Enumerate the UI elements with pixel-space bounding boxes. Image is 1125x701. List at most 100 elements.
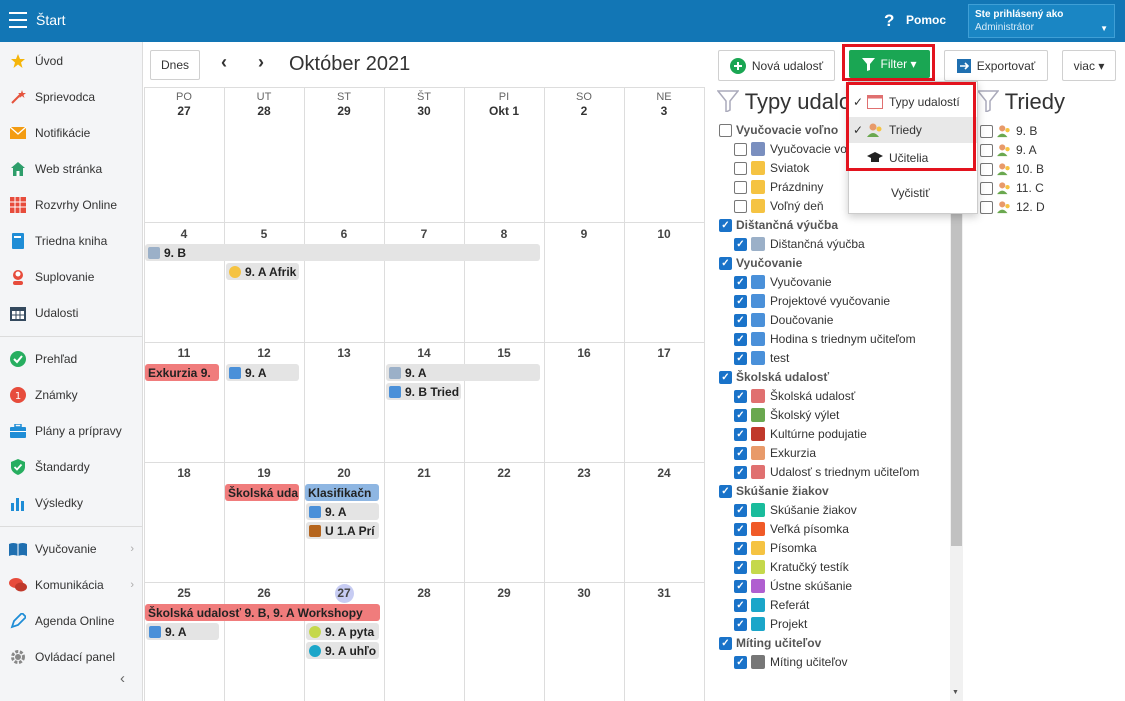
checkbox[interactable] — [734, 161, 747, 175]
day-number[interactable]: 7 — [384, 227, 464, 241]
new-event-button[interactable]: Nová udalosť — [718, 50, 835, 81]
day-number[interactable]: 10 — [624, 227, 704, 241]
filter-item[interactable]: Voľný deň — [734, 199, 824, 213]
sidebar-item-suplovanie[interactable]: Suplovanie — [0, 260, 142, 294]
class-filter-item[interactable]: 12. D — [980, 200, 1045, 214]
checkbox[interactable]: ✓ — [734, 332, 747, 346]
day-number[interactable]: 3 — [624, 104, 704, 118]
filter-item[interactable]: ✓ Kultúrne podujatie — [734, 427, 867, 441]
sidebar-item-notifikacie[interactable]: Notifikácie — [0, 116, 142, 150]
sidebar-item-uvod[interactable]: Úvod — [0, 44, 142, 78]
checkbox[interactable] — [734, 180, 747, 194]
sidebar-item-plany[interactable]: Plány a prípravy — [0, 414, 142, 448]
checkbox[interactable]: ✓ — [719, 218, 732, 232]
filter-item[interactable]: ✓ Míting učiteľov — [734, 655, 848, 669]
calendar-event[interactable]: 9. A pyta — [306, 623, 379, 640]
filter-item[interactable]: ✓ Vyučovanie — [734, 275, 832, 289]
sidebar-item-znamky[interactable]: 1 Známky — [0, 378, 142, 412]
day-number[interactable]: 30 — [384, 104, 464, 118]
sidebar-item-web[interactable]: Web stránka — [0, 152, 142, 186]
day-number[interactable]: 8 — [464, 227, 544, 241]
checkbox[interactable] — [734, 142, 747, 156]
day-number[interactable]: Okt 1 — [464, 104, 544, 118]
class-filter-item[interactable]: 9. B — [980, 124, 1037, 138]
day-number[interactable]: 18 — [144, 466, 224, 480]
checkbox[interactable]: ✓ — [734, 294, 747, 308]
filter-group[interactable]: ✓ Dištančná výučba — [719, 218, 838, 232]
filter-group[interactable]: ✓ Vyučovanie — [719, 256, 802, 270]
class-filter-item[interactable]: 9. A — [980, 143, 1037, 157]
checkbox[interactable]: ✓ — [734, 503, 747, 517]
calendar-event[interactable]: Exkurzia 9. — [145, 364, 219, 381]
day-number[interactable]: 23 — [544, 466, 624, 480]
filter-item[interactable]: ✓ test — [734, 351, 789, 365]
checkbox[interactable] — [719, 123, 732, 137]
day-number[interactable]: 9 — [544, 227, 624, 241]
day-number[interactable]: 24 — [624, 466, 704, 480]
checkbox[interactable]: ✓ — [734, 617, 747, 631]
sidebar-item-komunikacia[interactable]: Komunikácia › — [0, 568, 142, 602]
checkbox[interactable]: ✓ — [734, 408, 747, 422]
filter-item[interactable]: ✓ Udalosť s triednym učiteľom — [734, 465, 919, 479]
filter-item[interactable]: Sviatok — [734, 161, 809, 175]
day-number[interactable]: 28 — [224, 104, 304, 118]
checkbox[interactable]: ✓ — [734, 237, 747, 251]
calendar-event[interactable]: 9. B — [145, 244, 540, 261]
checkbox[interactable]: ✓ — [719, 256, 732, 270]
checkbox[interactable]: ✓ — [734, 598, 747, 612]
checkbox[interactable] — [734, 199, 747, 213]
today-day-number[interactable]: 27 — [304, 584, 384, 603]
sidebar-item-vysledky[interactable]: Výsledky — [0, 486, 142, 520]
help-link[interactable]: Pomoc — [906, 13, 946, 27]
checkbox[interactable] — [980, 181, 993, 195]
filter-group[interactable]: Vyučovacie voľno — [719, 123, 838, 137]
calendar-event[interactable]: 9. A uhľo — [306, 642, 379, 659]
prev-month-icon[interactable]: ‹ — [221, 52, 227, 73]
checkbox[interactable]: ✓ — [734, 427, 747, 441]
export-button[interactable]: Exportovať — [944, 50, 1048, 81]
day-number[interactable]: 29 — [304, 104, 384, 118]
help-icon[interactable]: ? — [884, 11, 894, 31]
scroll-down-icon[interactable]: ▼ — [952, 689, 959, 696]
day-number[interactable]: 30 — [544, 586, 624, 600]
day-number[interactable]: 4 — [144, 227, 224, 241]
next-month-icon[interactable]: › — [258, 52, 264, 73]
day-number[interactable]: 6 — [304, 227, 384, 241]
checkbox[interactable]: ✓ — [734, 579, 747, 593]
day-number[interactable]: 20 — [304, 466, 384, 480]
filter-item[interactable]: ✓ Ústne skúšanie — [734, 579, 852, 593]
sidebar-item-ovladaci-panel[interactable]: Ovládací panel — [0, 640, 142, 674]
checkbox[interactable] — [980, 124, 993, 138]
menu-icon[interactable] — [9, 12, 27, 28]
sidebar-item-standardy[interactable]: Štandardy — [0, 450, 142, 484]
day-number[interactable]: 5 — [224, 227, 304, 241]
checkbox[interactable]: ✓ — [734, 560, 747, 574]
class-filter-item[interactable]: 10. B — [980, 162, 1044, 176]
day-number[interactable]: 11 — [144, 346, 224, 360]
filter-item[interactable]: ✓ Doučovanie — [734, 313, 833, 327]
filter-item[interactable]: ✓ Projektové vyučovanie — [734, 294, 890, 308]
collapse-sidebar-icon[interactable]: ‹ — [120, 670, 125, 687]
day-number[interactable]: 12 — [224, 346, 304, 360]
filter-item[interactable]: ✓ Školská udalosť — [734, 389, 855, 403]
checkbox[interactable]: ✓ — [734, 465, 747, 479]
day-number[interactable]: 13 — [304, 346, 384, 360]
calendar-event[interactable]: Klasifikačn — [305, 484, 379, 501]
dropdown-clear-button[interactable]: Vyčistiť — [849, 180, 977, 206]
checkbox[interactable]: ✓ — [734, 446, 747, 460]
day-number[interactable]: 28 — [384, 586, 464, 600]
calendar-event[interactable]: Školská udalosť 9. B, 9. A Workshopy — [145, 604, 380, 621]
sidebar-item-prehlad[interactable]: Prehľad — [0, 342, 142, 376]
more-button[interactable]: viac ▾ — [1062, 50, 1116, 81]
filter-item[interactable]: Prázdniny — [734, 180, 823, 194]
sidebar-item-sprievodca[interactable]: Sprievodca — [0, 80, 142, 114]
day-number[interactable]: 22 — [464, 466, 544, 480]
calendar-event[interactable]: 9. A — [306, 503, 379, 520]
checkbox[interactable] — [980, 200, 993, 214]
checkbox[interactable]: ✓ — [734, 389, 747, 403]
day-number[interactable]: 14 — [384, 346, 464, 360]
checkbox[interactable]: ✓ — [734, 351, 747, 365]
day-number[interactable]: 29 — [464, 586, 544, 600]
class-filter-item[interactable]: 11. C — [980, 181, 1044, 195]
checkbox[interactable]: ✓ — [734, 313, 747, 327]
